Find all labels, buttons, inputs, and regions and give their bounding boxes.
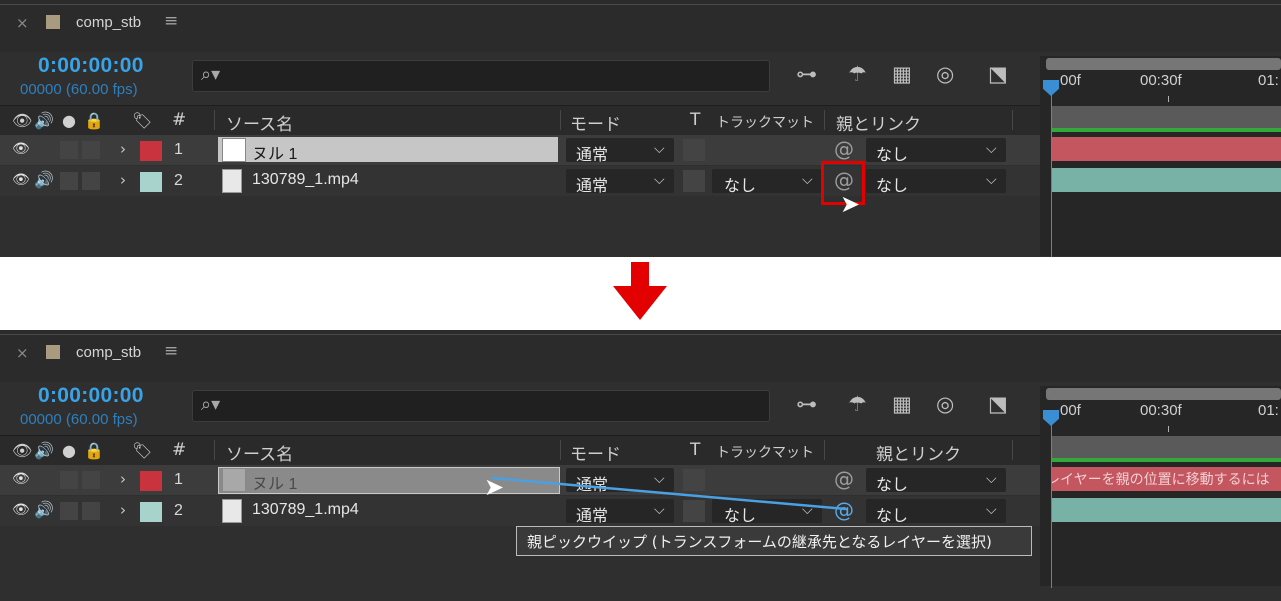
track-matte-value: なし [724,176,757,195]
pickwhip-tooltip: 親ピックウイップ (トランスフォームの継承先となるレイヤーを選択) [516,526,1032,556]
layer-search-input[interactable]: ⌕▾ [192,60,770,92]
lock-column-icon: 🔒 [84,111,104,130]
mode-dropdown[interactable]: 通常 ⌵ [566,169,674,195]
column-separator [1012,110,1013,130]
layer-index: 2 [174,172,183,189]
time-ruler-tick [1168,426,1169,432]
speaker-icon[interactable]: 🔊 [34,170,54,189]
playhead-line [1051,88,1052,257]
frame-blending-icon[interactable]: ▦ [892,62,912,86]
layer-row[interactable]: 👁 › 1 ヌル 1 通常 ⌵ @ なし ⌵ [0,135,1040,165]
layer-1-duration-bar[interactable] [1052,137,1281,161]
time-ruler-label: 00f [1060,72,1081,89]
search-icon: ⌕▾ [201,64,221,85]
mouse-cursor-icon: ➤ [484,473,505,501]
timeline-hint-text: レイヤーを親の位置に移動するには [1052,472,1270,488]
time-ruler-label: 01: [1258,402,1279,419]
mode-value: 通常 [576,145,609,164]
audio-column-icon: 🔊 [34,111,54,130]
time-ruler-tick [1168,96,1169,102]
track-matte-dropdown[interactable]: なし ⌵ [712,169,822,195]
timeline-panel-before: × comp_stb ≡ 0:00:00:00 00000 (60.00 fps… [0,0,1281,257]
tab-divider [0,4,1281,5]
frame-count-display: 00000 (60.00 fps) [20,81,138,98]
null-object-icon [222,138,246,162]
layer-1-duration-bar[interactable]: レイヤーを親の位置に移動するには [1052,467,1281,491]
footage-file-icon [222,169,242,193]
preserve-transparency-toggle[interactable] [683,170,705,192]
playhead-line [1051,418,1052,588]
timeline-header-bar [1052,436,1281,458]
chevron-down-icon: ⌵ [986,172,997,188]
eye-icon[interactable]: 👁 [12,172,30,188]
parent-dropdown[interactable]: なし ⌵ [866,169,1006,195]
mouse-cursor-icon: ➤ [840,190,861,218]
source-name-header[interactable]: ソース名 [226,110,293,135]
timeline-panel-after: × comp_stb ≡ 0:00:00:00 00000 (60.00 fps… [0,330,1281,601]
parent-dropdown[interactable]: なし ⌵ [866,138,1006,164]
label-color[interactable] [140,172,162,192]
time-ruler-label: 00f [1060,402,1081,419]
parent-value: なし [876,145,909,164]
chevron-down-icon: ⌵ [986,141,997,157]
eye-icon[interactable]: 👁 [12,141,30,157]
layer-name[interactable]: 130789_1.mp4 [252,171,359,189]
motion-blur-icon[interactable]: ◎ [936,62,954,86]
preserve-transparency-toggle[interactable] [683,139,705,161]
layer-column-header: 👁 🔊 ● 🔒 🏷 # ソース名 モード T トラックマット 親とリンク [0,105,1040,136]
layer-2-duration-bar[interactable] [1052,498,1281,522]
column-separator [824,110,825,130]
time-ruler-label: 00:30f [1140,402,1182,419]
shy-layers-icon[interactable]: ☂ [848,62,867,86]
layer-index: 1 [174,141,183,158]
layer-name: ヌル 1 [252,146,298,163]
video-column-icon: 👁 [12,111,33,130]
panel-menu-icon[interactable]: ≡ [164,11,178,31]
solo-toggle[interactable] [60,141,78,159]
close-tab-icon[interactable]: × [16,14,29,32]
label-column-icon: 🏷 [132,111,153,130]
label-color[interactable] [140,141,162,161]
chevron-right-icon[interactable]: › [120,171,126,189]
mode-header[interactable]: モード [570,110,621,135]
index-column-header[interactable]: # [172,110,186,130]
parent-value: なし [876,176,909,195]
pickwhip-line [491,476,847,511]
track-matte-header[interactable]: トラックマット [716,112,814,132]
tooltip-text: 親ピックウイップ (トランスフォームの継承先となるレイヤーを選択) [527,533,992,551]
chevron-down-icon: ⌵ [802,172,813,188]
work-area-indicator [1052,128,1281,132]
comp-color-swatch [46,15,60,29]
solo-toggle[interactable] [60,172,78,190]
current-time-display[interactable]: 0:00:00:00 [38,54,144,78]
comp-tab-title[interactable]: comp_stb [76,14,141,31]
parent-link-header[interactable]: 親とリンク [836,110,921,135]
column-separator [560,110,561,130]
chevron-right-icon[interactable]: › [120,140,126,158]
composition-flowchart-icon[interactable]: ⊶ [796,62,817,86]
lock-toggle[interactable] [82,141,100,159]
column-separator [214,110,215,130]
lock-toggle[interactable] [82,172,100,190]
arrow-down-icon [613,262,667,320]
layer-row[interactable]: 👁 🔊 › 2 130789_1.mp4 通常 ⌵ なし ⌵ @ なし ⌵ [0,166,1040,196]
time-ruler-label: 01: [1258,72,1279,89]
chevron-down-icon: ⌵ [654,141,665,157]
solo-column-icon: ● [62,111,76,130]
mode-dropdown[interactable]: 通常 ⌵ [566,138,674,164]
panel-tab-bar [0,0,1281,52]
time-ruler-label: 00:30f [1140,72,1182,89]
chevron-down-icon: ⌵ [654,172,665,188]
work-area-indicator [1052,458,1281,462]
preserve-transparency-header[interactable]: T [690,110,700,130]
work-area-bar[interactable] [1046,388,1281,400]
parent-pickwhip-icon[interactable]: @ [834,137,854,161]
layer-2-duration-bar[interactable] [1052,168,1281,192]
graph-editor-icon[interactable]: ⬔ [988,62,1008,86]
work-area-bar[interactable] [1046,58,1281,70]
timeline-header-bar [1052,106,1281,128]
mode-value: 通常 [576,176,609,195]
